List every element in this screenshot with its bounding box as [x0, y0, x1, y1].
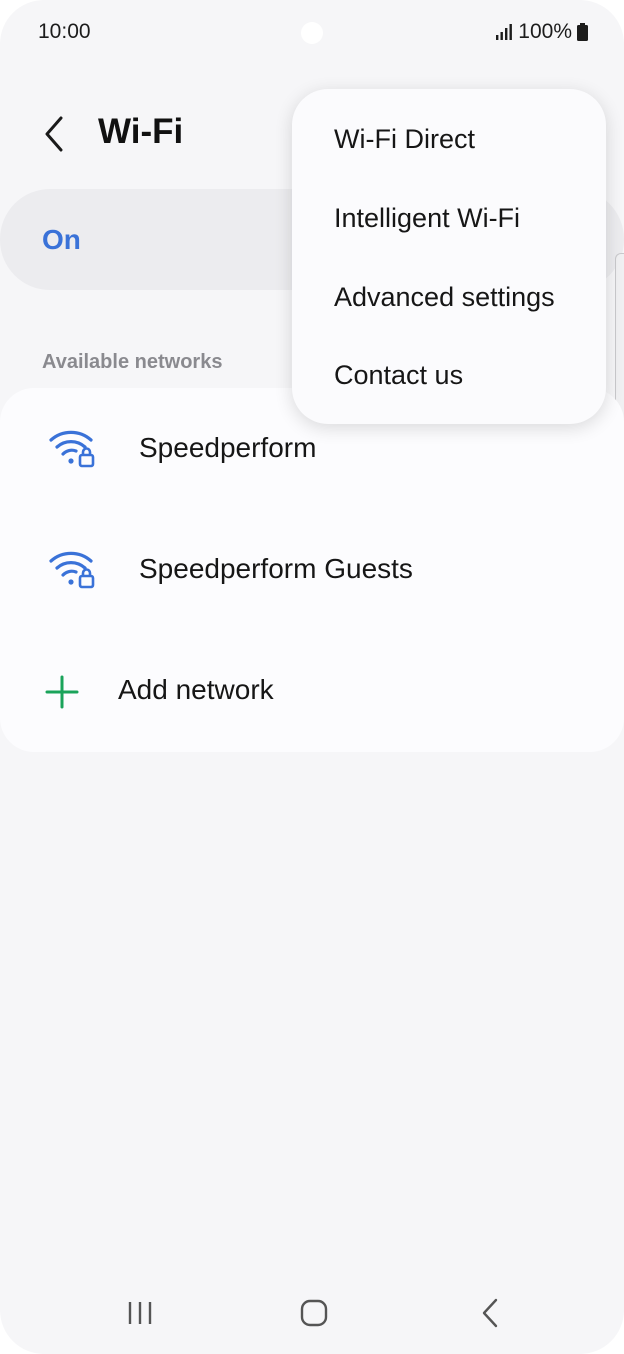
menu-item-wifi-direct[interactable]: Wi-Fi Direct: [292, 100, 606, 178]
menu-item-label: Contact us: [334, 359, 464, 390]
navigation-bar: [0, 1280, 624, 1346]
overflow-menu: Wi-Fi Direct Intelligent Wi-Fi Advanced …: [292, 89, 606, 424]
home-icon: [300, 1299, 328, 1327]
menu-item-label: Advanced settings: [334, 281, 555, 312]
recents-icon: [128, 1302, 152, 1324]
back-button[interactable]: [36, 112, 72, 156]
menu-item-advanced-settings[interactable]: Advanced settings: [292, 258, 606, 336]
add-network-label: Add network: [118, 674, 274, 705]
chevron-left-icon: [45, 116, 63, 152]
menu-item-contact-us[interactable]: Contact us: [292, 336, 606, 414]
battery-icon: [577, 23, 588, 41]
phone-screen: 10:00 100% Wi-Fi On Available networks S…: [0, 0, 624, 1354]
network-item[interactable]: Speedperform Guests: [0, 515, 624, 625]
wifi-lock-icon: [49, 551, 95, 589]
signal-icon: [496, 24, 513, 40]
nav-back-button[interactable]: [460, 1280, 520, 1346]
network-name: Speedperform Guests: [139, 553, 413, 584]
battery-percent: 100%: [518, 20, 572, 43]
status-right: 100%: [495, 20, 588, 44]
wifi-toggle-label: On: [42, 224, 81, 255]
networks-list: Speedperform Speedperform Guests Add net…: [0, 388, 624, 752]
network-name: Speedperform: [139, 432, 317, 463]
page-title: Wi-Fi: [98, 112, 184, 151]
section-label: Available networks: [42, 351, 223, 373]
menu-item-label: Intelligent Wi-Fi: [334, 202, 521, 233]
back-icon: [482, 1298, 498, 1328]
plus-icon: [45, 675, 79, 709]
menu-item-intelligent-wifi[interactable]: Intelligent Wi-Fi: [292, 179, 606, 257]
wifi-lock-icon: [49, 430, 95, 468]
status-bar: 10:00 100%: [0, 0, 624, 64]
front-camera: [301, 22, 323, 44]
recents-button[interactable]: [110, 1280, 170, 1346]
add-network-button[interactable]: Add network: [0, 636, 624, 746]
menu-item-label: Wi-Fi Direct: [334, 123, 475, 154]
status-time: 10:00: [38, 20, 91, 43]
home-button[interactable]: [284, 1280, 344, 1346]
